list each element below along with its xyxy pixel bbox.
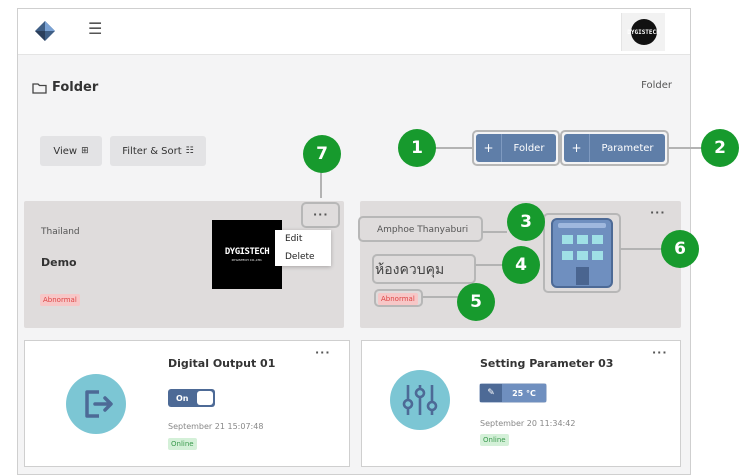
device-timestamp: September 21 15:07:48 <box>168 422 264 431</box>
more-options-icon[interactable]: ··· <box>313 208 329 221</box>
sliders-icon: ☷ <box>185 146 194 156</box>
pencil-icon[interactable]: ✎ <box>480 384 502 402</box>
add-parameter-label: Parameter <box>601 142 654 154</box>
page-title-text: Folder <box>52 80 99 95</box>
toggle-label: On <box>176 393 189 403</box>
top-bar: ☰ DYGISTECH <box>18 9 690 55</box>
device-name: Digital Output 01 <box>168 357 276 370</box>
device-name: Setting Parameter 03 <box>480 357 614 370</box>
callout-line <box>422 296 458 298</box>
status-badge: Abnormal <box>40 294 80 306</box>
add-folder-label: Folder <box>513 142 545 154</box>
breadcrumb[interactable]: Folder <box>641 80 672 91</box>
more-options-icon[interactable]: ··· <box>652 346 668 359</box>
app-window: ☰ DYGISTECH Folder Folder View ⊞ Filter … <box>17 8 691 475</box>
callout-badge: 7 <box>303 135 341 173</box>
folder-name: Demo <box>41 256 77 269</box>
menu-item-delete[interactable]: Delete <box>275 248 331 266</box>
callout-badge: 4 <box>502 246 540 284</box>
folder-icon <box>32 82 47 94</box>
toggle-knob <box>197 391 213 405</box>
more-options-icon[interactable]: ··· <box>650 206 666 219</box>
plus-icon: + <box>564 134 590 162</box>
callout-badge: 3 <box>507 203 545 241</box>
online-badge: Online <box>168 438 197 450</box>
more-options-icon[interactable]: ··· <box>315 346 331 359</box>
avatar-text: DYGISTECH <box>627 19 660 45</box>
folder-location: Amphoe Thanyaburi <box>377 225 469 235</box>
device-card[interactable]: ··· Setting Parameter 03 ✎ 25 °C Septemb… <box>361 340 681 467</box>
logo-subtext: DYGISTECH CO.,LTD. <box>231 258 263 262</box>
status-badge: Abnormal <box>378 293 418 305</box>
plus-icon: + <box>476 134 502 162</box>
user-avatar[interactable]: DYGISTECH <box>621 13 665 51</box>
callout-badge: 6 <box>661 230 699 268</box>
filter-sort-label: Filter & Sort <box>122 145 182 157</box>
filter-sort-button[interactable]: Filter & Sort ☷ <box>110 136 206 166</box>
view-button[interactable]: View ⊞ <box>40 136 102 166</box>
menu-item-edit[interactable]: Edit <box>275 230 331 248</box>
view-button-label: View <box>53 145 78 157</box>
value-display[interactable]: ✎ 25 °C <box>479 383 547 403</box>
context-menu: Edit Delete <box>275 230 331 266</box>
callout-line <box>620 248 662 250</box>
device-card[interactable]: ··· Digital Output 01 On September 21 15… <box>24 340 350 467</box>
callout-line <box>475 264 505 266</box>
building-icon <box>551 218 613 288</box>
folder-location: Thailand <box>41 227 80 237</box>
page-title: Folder <box>32 80 98 95</box>
folder-logo-image: DYGISTECH DYGISTECH CO.,LTD. <box>212 220 282 289</box>
on-toggle[interactable]: On <box>168 389 215 407</box>
callout-badge: 5 <box>457 283 495 321</box>
logout-icon <box>66 374 126 434</box>
add-parameter-button[interactable]: + Parameter <box>564 134 665 162</box>
logo-icon[interactable] <box>34 20 56 42</box>
grid-icon: ⊞ <box>81 146 89 156</box>
equalizer-icon <box>390 370 450 430</box>
callout-badge: 1 <box>398 129 436 167</box>
callout-badge: 2 <box>701 129 739 167</box>
folder-name: ห้องควบคุม <box>375 262 445 278</box>
logo-text: DYGISTECH <box>224 247 270 257</box>
parameter-value: 25 °C <box>502 384 546 402</box>
add-folder-button[interactable]: + Folder <box>476 134 556 162</box>
callout-line <box>482 231 507 233</box>
online-badge: Online <box>480 434 509 446</box>
menu-icon[interactable]: ☰ <box>88 19 102 38</box>
device-timestamp: September 20 11:34:42 <box>480 419 576 428</box>
